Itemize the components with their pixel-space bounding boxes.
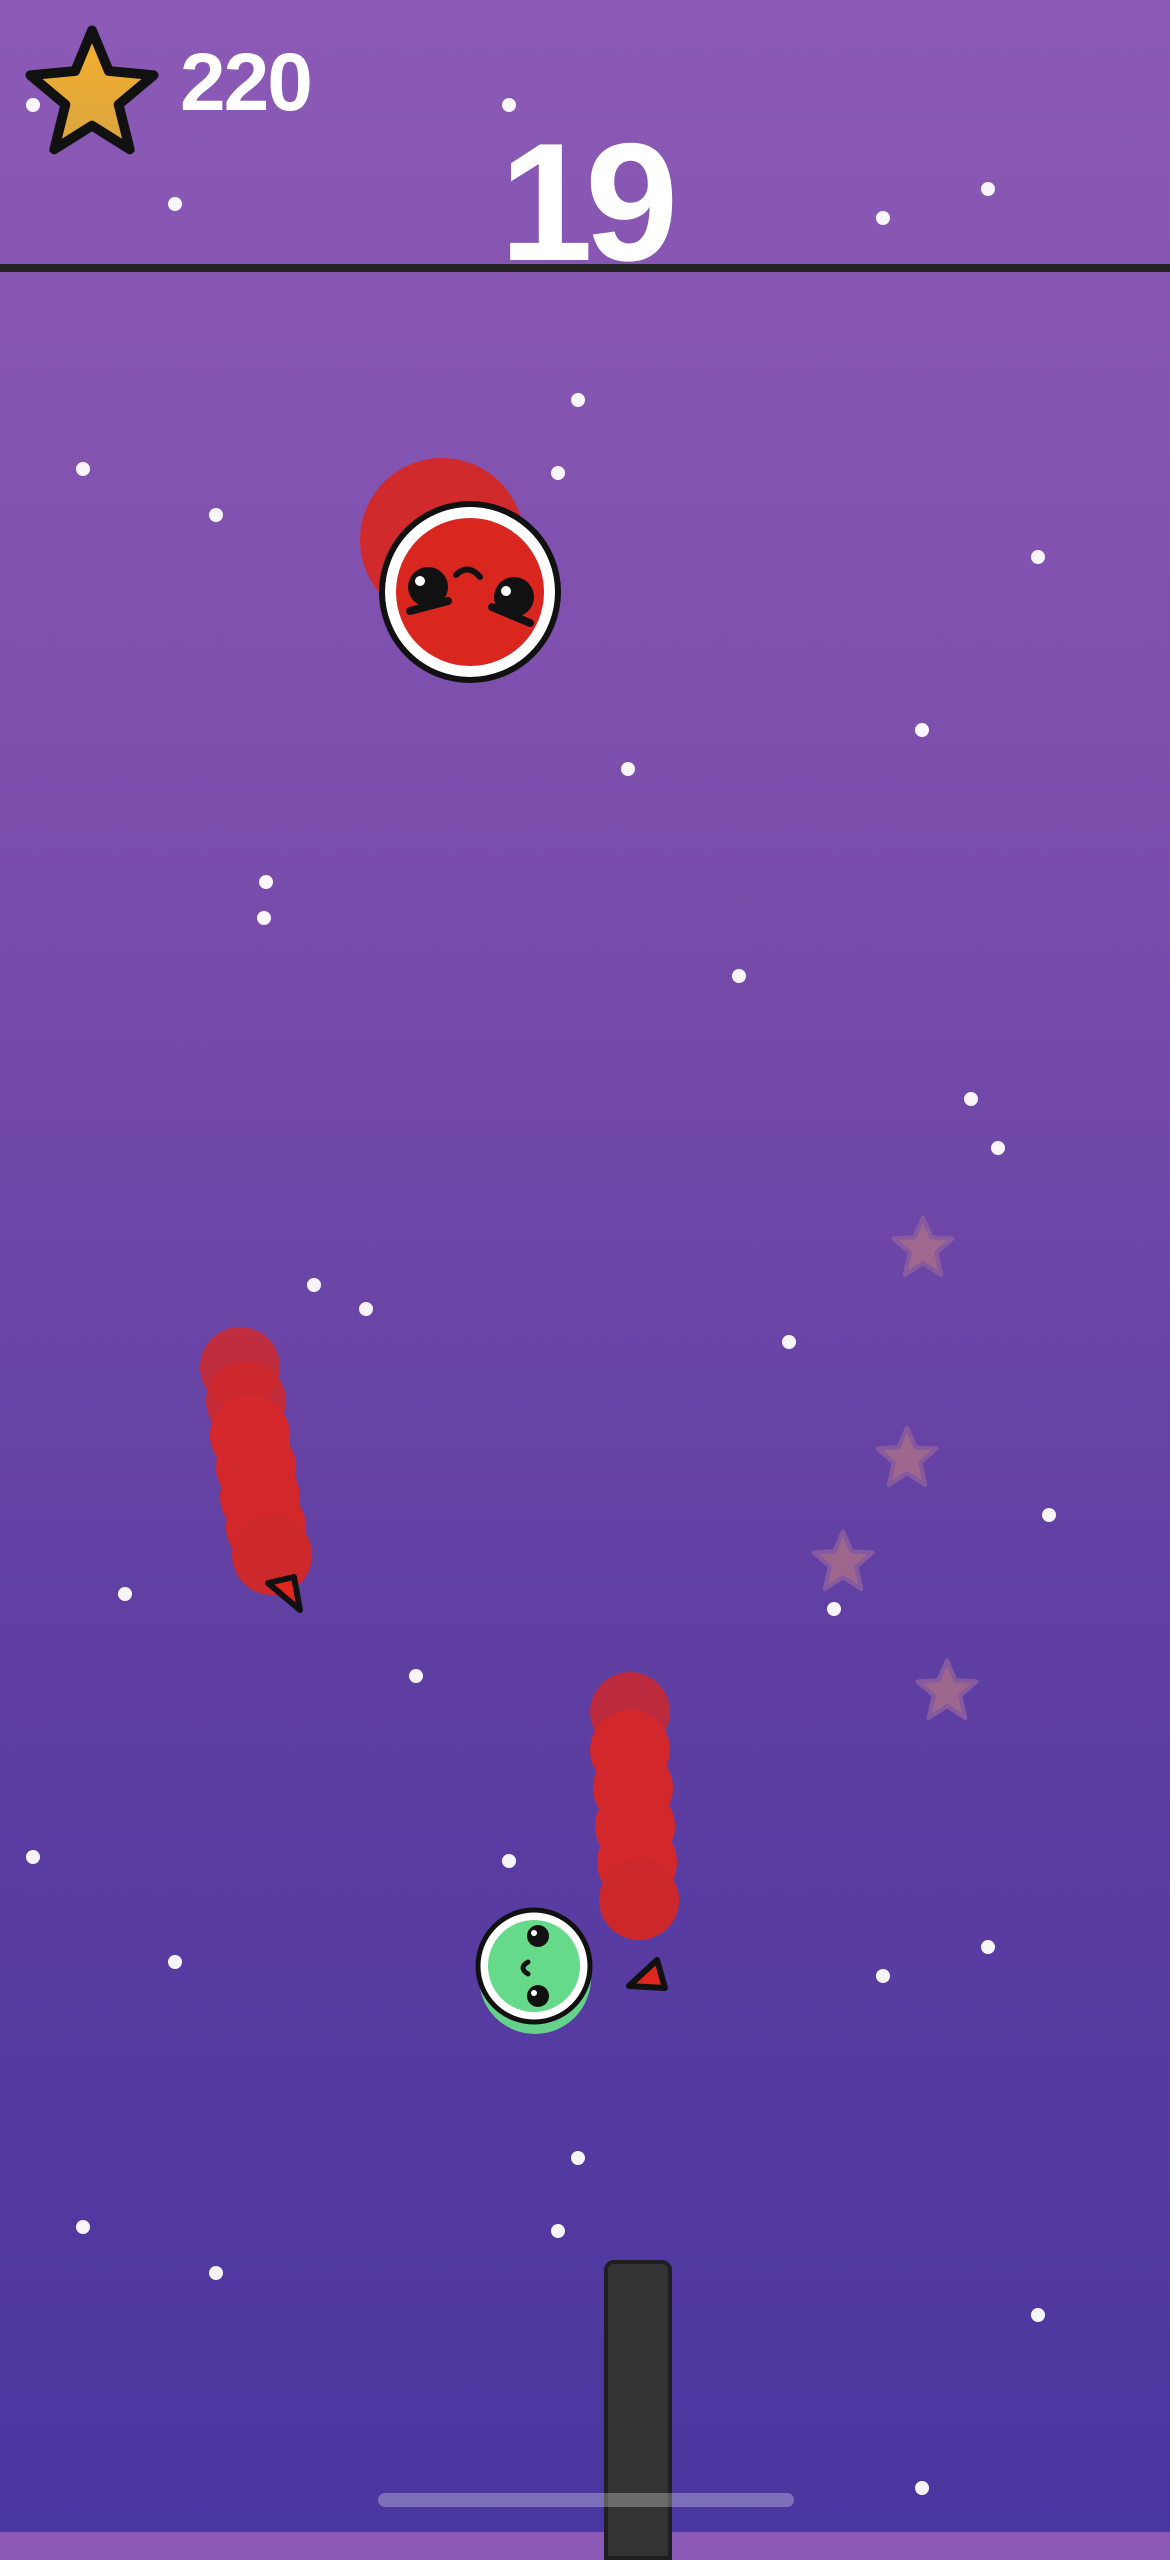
level-number: 19 — [499, 108, 679, 296]
background-dot — [964, 1092, 978, 1106]
background-dot — [76, 462, 90, 476]
background-dot — [1031, 550, 1045, 564]
background-dot — [876, 1969, 890, 1983]
background-dot — [571, 2151, 585, 2165]
background-dot — [257, 911, 271, 925]
background-dot — [209, 508, 223, 522]
pillar-obstacle — [604, 2260, 672, 2560]
background-dot — [76, 2220, 90, 2234]
background-dot — [621, 762, 635, 776]
background-dot — [571, 393, 585, 407]
red-face-ball — [360, 458, 561, 683]
background-dot — [732, 969, 746, 983]
green-face-ball[interactable] — [470, 1900, 600, 2040]
faded-star-icon — [891, 1215, 955, 1278]
background-dot — [359, 1302, 373, 1316]
background-dot — [209, 2266, 223, 2280]
background-dot — [551, 2224, 565, 2238]
background-dot — [782, 1335, 796, 1349]
faded-star-icon — [915, 1658, 979, 1721]
background-dot — [1042, 1508, 1056, 1522]
background-dot — [168, 1955, 182, 1969]
home-indicator[interactable] — [378, 2493, 794, 2507]
background-dot — [502, 1854, 516, 1868]
background-dot — [259, 875, 273, 889]
faded-star-icon — [811, 1529, 875, 1592]
coin-count: 220 — [180, 37, 313, 128]
background-dot — [307, 1278, 321, 1292]
ceiling-line — [0, 264, 1170, 272]
background-dot — [409, 1669, 423, 1683]
background-dot — [827, 1602, 841, 1616]
background-dot — [915, 2481, 929, 2495]
background-dot — [118, 1587, 132, 1601]
background-dot — [26, 1850, 40, 1864]
red-worm — [200, 1327, 312, 1613]
background-dot — [915, 723, 929, 737]
faded-star-icon — [875, 1425, 939, 1488]
background-dot — [991, 1141, 1005, 1155]
background-dot — [1031, 2308, 1045, 2322]
background-dot — [981, 1940, 995, 1954]
